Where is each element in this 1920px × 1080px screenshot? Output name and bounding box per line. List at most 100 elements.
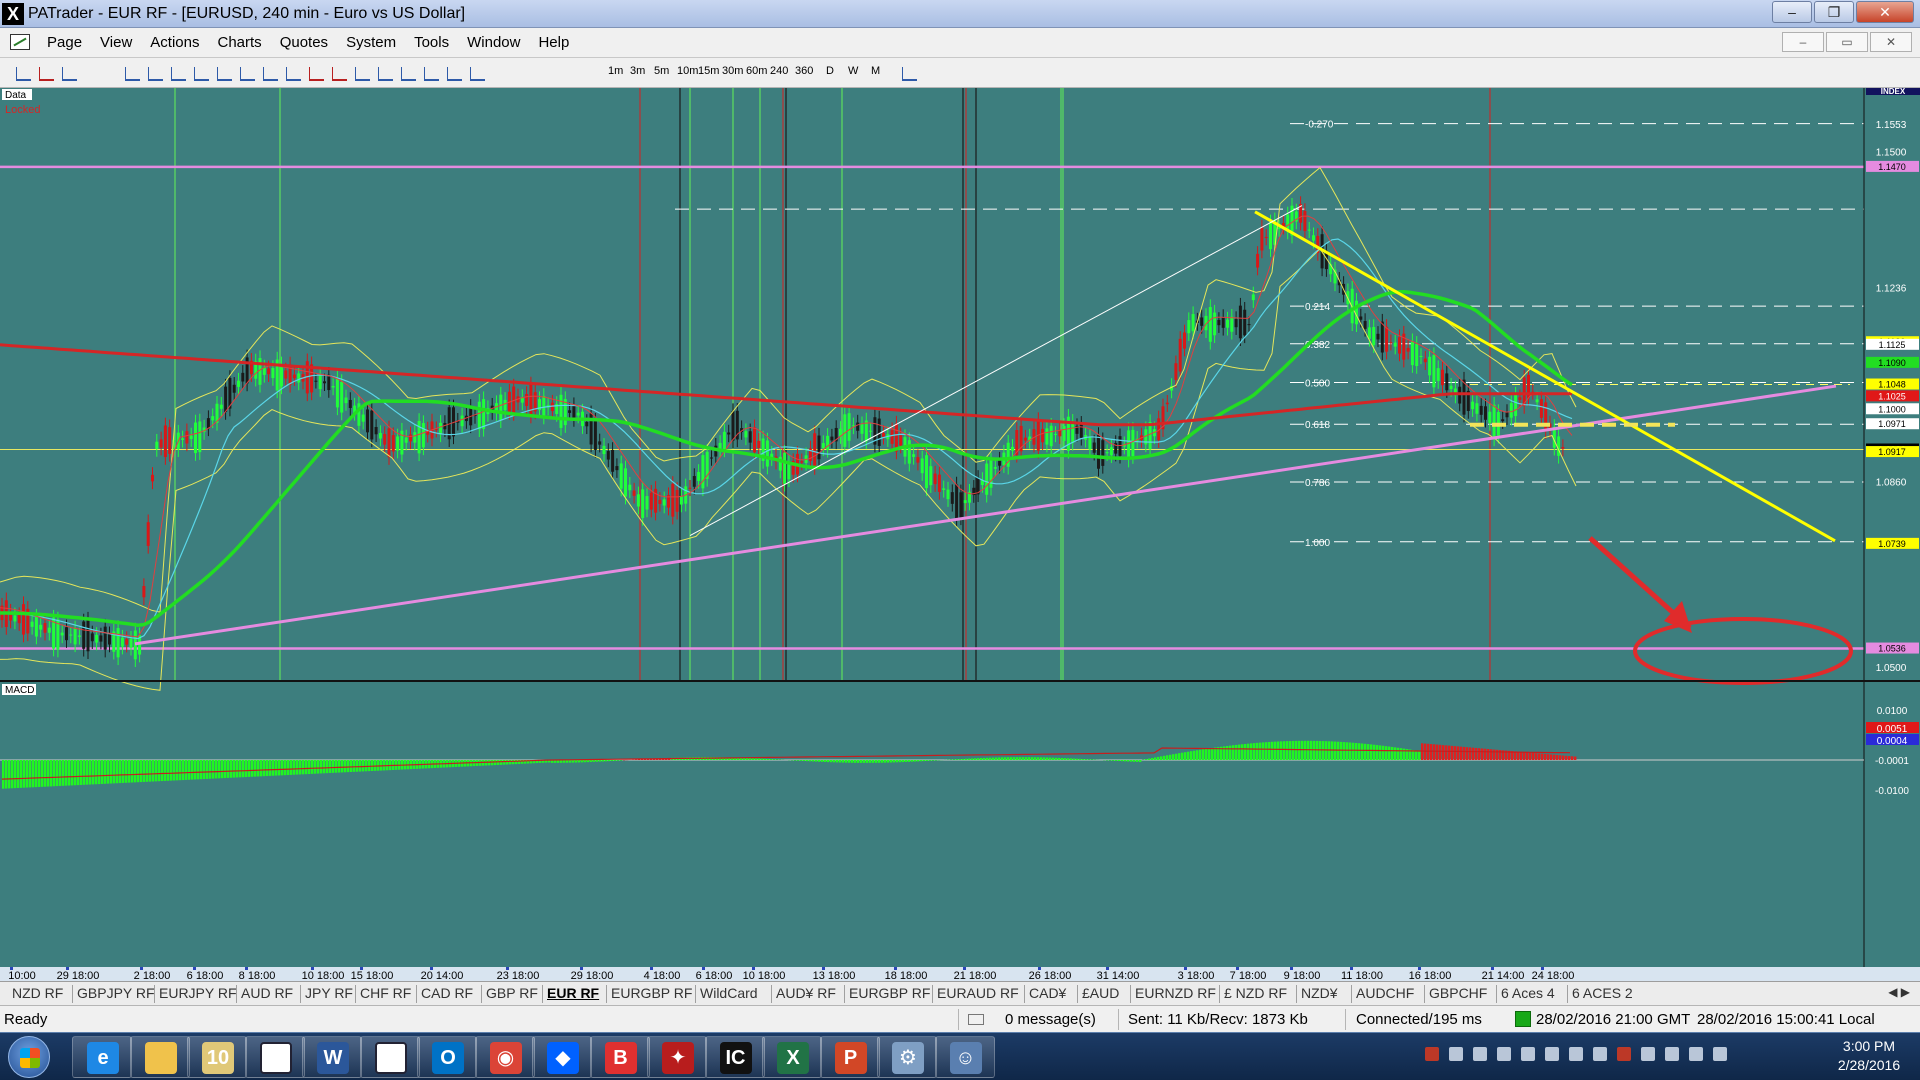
- menu-view[interactable]: View: [91, 34, 141, 51]
- crosshair-tool-icon[interactable]: [123, 64, 141, 82]
- tools-menu-icon[interactable]: [445, 64, 463, 82]
- outlook-tray-icon[interactable]: [1473, 1047, 1487, 1061]
- tray-settings-icon[interactable]: [1713, 1047, 1727, 1061]
- mdi-minimize-button[interactable]: –: [1782, 32, 1824, 52]
- timeframe-3m[interactable]: 3m: [630, 65, 645, 77]
- symbol-tab[interactable]: CAD¥: [1029, 985, 1066, 1001]
- gann-tool-icon[interactable]: [307, 64, 325, 82]
- price-chart[interactable]: -0.2700.2140.3820.5000.6180.7861.000INDE…: [0, 88, 1920, 981]
- calendar-taskbar-button[interactable]: 10: [187, 1036, 247, 1078]
- symbol-tab[interactable]: NZD¥: [1301, 985, 1338, 1001]
- blank-window-taskbar-button[interactable]: [244, 1036, 305, 1078]
- arc-tool-icon[interactable]: [353, 64, 371, 82]
- symbol-tab[interactable]: WildCard: [700, 985, 758, 1001]
- pitchfork-tool-icon[interactable]: [399, 64, 417, 82]
- timeframe-360[interactable]: 360: [795, 65, 813, 77]
- vertical-line-tool-icon[interactable]: [192, 64, 210, 82]
- timeframe-60m[interactable]: 60m: [746, 65, 767, 77]
- symbol-tab[interactable]: GBPJPY RF: [77, 985, 155, 1001]
- rectangle-tool-icon[interactable]: [284, 64, 302, 82]
- menu-actions[interactable]: Actions: [141, 34, 208, 51]
- outlook-taskbar-button[interactable]: O: [417, 1036, 477, 1078]
- eagle-app-taskbar-button[interactable]: ✦: [647, 1036, 707, 1078]
- symbol-tab[interactable]: 6 ACES 2: [1572, 985, 1633, 1001]
- symbol-tab[interactable]: JPY RF: [305, 985, 353, 1001]
- bluetooth-icon[interactable]: [1497, 1047, 1511, 1061]
- users-app-taskbar-button[interactable]: ☺: [934, 1036, 995, 1078]
- line-chart-tool-icon[interactable]: [60, 64, 78, 82]
- symbol-tab[interactable]: NZD RF: [12, 985, 63, 1001]
- word-taskbar-button[interactable]: W: [302, 1036, 362, 1078]
- signal-icon[interactable]: [1665, 1047, 1679, 1061]
- network-tray-icon[interactable]: [1521, 1047, 1535, 1061]
- symbol-tab[interactable]: EURGBP RF: [611, 985, 692, 1001]
- red-cursor-tool-icon[interactable]: [37, 64, 55, 82]
- b-tray-icon[interactable]: [1617, 1047, 1631, 1061]
- title-bar[interactable]: X PATrader - EUR RF - [EURUSD, 240 min -…: [0, 0, 1920, 28]
- skype-icon[interactable]: [1569, 1047, 1583, 1061]
- start-button[interactable]: [8, 1036, 50, 1078]
- channel-tool-icon[interactable]: [261, 64, 279, 82]
- text-tool-icon[interactable]: [422, 64, 440, 82]
- dropbox-taskbar-button[interactable]: ◆: [532, 1036, 592, 1078]
- trading-chart-taskbar-button[interactable]: [359, 1036, 420, 1078]
- horizontal-line-tool-icon[interactable]: [169, 64, 187, 82]
- menu-system[interactable]: System: [337, 34, 405, 51]
- chart-window-icon[interactable]: [10, 34, 30, 50]
- volume-icon[interactable]: [1689, 1047, 1703, 1061]
- minimize-button[interactable]: –: [1772, 1, 1812, 23]
- pointer-tool-icon[interactable]: [146, 64, 164, 82]
- close-button[interactable]: ✕: [1856, 1, 1914, 23]
- symbol-tab[interactable]: EURGBP RF: [849, 985, 930, 1001]
- menu-quotes[interactable]: Quotes: [271, 34, 337, 51]
- windows-tray-icon[interactable]: [1449, 1047, 1463, 1061]
- symbol-tab[interactable]: AUD RF: [241, 985, 293, 1001]
- timeframe-m[interactable]: M: [871, 65, 880, 77]
- symbol-tab[interactable]: CAD RF: [421, 985, 473, 1001]
- timeframe-30m[interactable]: 30m: [722, 65, 743, 77]
- chart-area[interactable]: -0.270 0.214 0.382 0.500 0.618 0.786 1.000 INDE…: [0, 88, 1920, 981]
- mdi-close-button[interactable]: ✕: [1870, 32, 1912, 52]
- mdi-restore-button[interactable]: ▭: [1826, 32, 1868, 52]
- symbol-tab[interactable]: EURNZD RF: [1135, 985, 1216, 1001]
- chrome-taskbar-button[interactable]: ◉: [474, 1036, 535, 1078]
- internet-explorer-taskbar-button[interactable]: e: [72, 1036, 132, 1078]
- tab-scroll-arrows[interactable]: ◀ ▶: [1888, 985, 1910, 999]
- chart-clock-icon[interactable]: [900, 64, 918, 82]
- cycles-tool-icon[interactable]: [376, 64, 394, 82]
- timeframe-1m[interactable]: 1m: [608, 65, 623, 77]
- symbol-tab[interactable]: AUD¥ RF: [776, 985, 836, 1001]
- symbol-tab[interactable]: 6 Aces 4: [1501, 985, 1555, 1001]
- symbol-tab[interactable]: EURJPY RF: [159, 985, 237, 1001]
- brave-b-taskbar-button[interactable]: B: [589, 1036, 650, 1078]
- menu-window[interactable]: Window: [458, 34, 529, 51]
- timeframe-5m[interactable]: 5m: [654, 65, 669, 77]
- timeframe-w[interactable]: W: [848, 65, 858, 77]
- timeframe-d[interactable]: D: [826, 65, 834, 77]
- timeframe-10m[interactable]: 10m: [677, 65, 698, 77]
- menu-tools[interactable]: Tools: [405, 34, 458, 51]
- symbol-tab[interactable]: GBP RF: [486, 985, 538, 1001]
- file-explorer-taskbar-button[interactable]: [129, 1036, 190, 1078]
- blue-cursor-tool-icon[interactable]: [14, 64, 32, 82]
- fan-tool-icon[interactable]: [330, 64, 348, 82]
- symbol-tab[interactable]: CHF RF: [360, 985, 411, 1001]
- timeframe-15m[interactable]: 15m: [698, 65, 719, 77]
- symbol-tab[interactable]: GBPCHF: [1429, 985, 1487, 1001]
- trendline-tool-icon[interactable]: [215, 64, 233, 82]
- menu-charts[interactable]: Charts: [209, 34, 271, 51]
- display-icon[interactable]: [1641, 1047, 1655, 1061]
- symbol-tab[interactable]: EUR RF: [547, 985, 599, 1001]
- flag-icon[interactable]: [1593, 1047, 1607, 1061]
- ic-markets-taskbar-button[interactable]: IC: [704, 1036, 765, 1078]
- app-tray-icon[interactable]: [1545, 1047, 1559, 1061]
- fib-tool-icon[interactable]: [238, 64, 256, 82]
- taskbar-clock[interactable]: 3:00 PM 2/28/2016: [1826, 1037, 1912, 1075]
- pen-tool-icon[interactable]: [468, 64, 486, 82]
- office-tray-icon[interactable]: [1425, 1047, 1439, 1061]
- menu-page[interactable]: Page: [38, 34, 91, 51]
- symbol-tab[interactable]: AUDCHF: [1356, 985, 1414, 1001]
- symbol-tab[interactable]: EURAUD RF: [937, 985, 1019, 1001]
- menu-help[interactable]: Help: [529, 34, 578, 51]
- tools-app-taskbar-button[interactable]: ⚙: [877, 1036, 937, 1078]
